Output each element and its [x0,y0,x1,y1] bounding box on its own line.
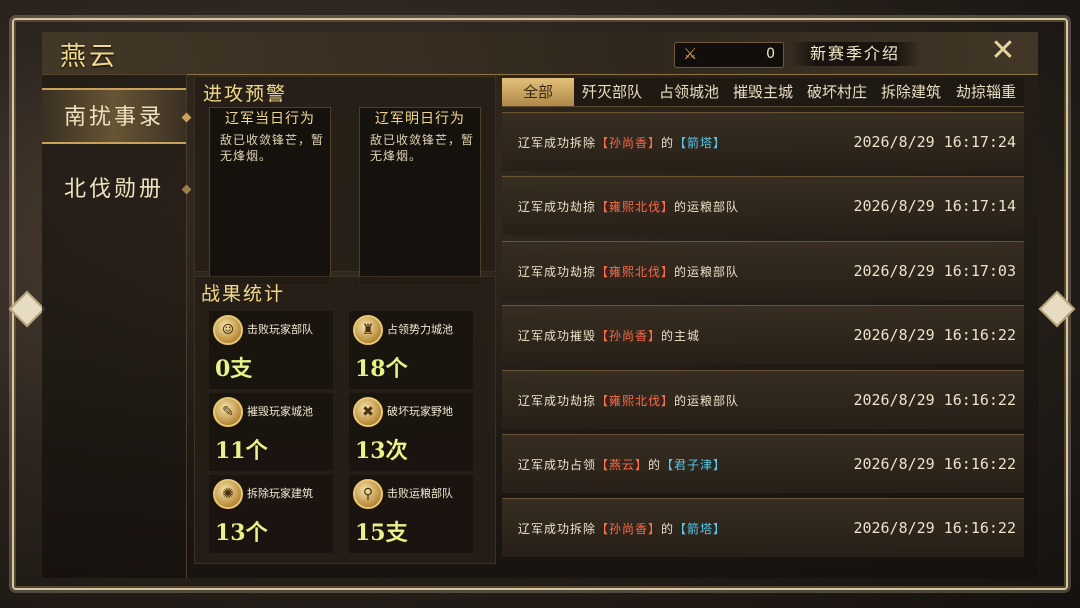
log-text: 辽军成功劫掠 [518,393,597,408]
sidebar: 南扰事录 北伐勋册 [42,74,192,578]
stat-item: ✎ 摧毁玩家城池 11个 [209,393,333,471]
tab-demolish-building[interactable]: 拆除建筑 [874,78,948,106]
log-message: 辽军成功摧毁【孙尚香】的主城 [518,327,700,344]
log-text: 辽军成功摧毁 [518,329,597,344]
filter-tabs: 全部 歼灭部队 占领城池 摧毁主城 破坏村庄 拆除建筑 劫掠辎重 [502,78,1024,107]
log-text: 辽军成功拆除 [518,522,597,537]
log-timestamp: 2026/8/29 16:17:14 [853,197,1016,216]
log-timestamp: 2026/8/29 16:16:22 [853,326,1016,345]
crossed-swords-icon: ⚔ [683,44,698,63]
liao-tomorrow-text: 敌已收敛锋芒，暂无烽烟。 [370,133,475,163]
stat-item: ✖ 破坏玩家野地 13次 [349,393,473,471]
target-name: 【箭塔】 [674,522,727,537]
liao-today-card: 辽军当日行为 敌已收敛锋芒，暂无烽烟。 [209,107,331,285]
log-row: 辽军成功劫掠【雍熙北伐】的运粮部队 2026/8/29 16:16:22 [502,369,1024,429]
log-message: 辽军成功拆除【孙尚香】的【箭塔】 [518,520,726,537]
log-text: 的 [661,136,675,150]
stat-value: 13个 [215,520,268,546]
log-text: 的运粮部队 [674,264,740,279]
castle-icon: ♜ [353,315,383,345]
log-timestamp: 2026/8/29 16:16:22 [853,455,1016,473]
log-text: 辽军成功拆除 [518,136,597,150]
log-text: 的 [661,522,675,537]
stat-value: 11个 [215,438,268,464]
player-name: 【雍熙北伐】 [596,393,675,408]
log-text: 辽军成功占领 [518,458,597,472]
sidebar-item-label: 北伐勋册 [63,177,164,202]
stat-label: 击败运粮部队 [387,487,453,500]
log-message: 辽军成功拆除【孙尚香】的【箭塔】 [518,134,726,151]
tab-occupy-city[interactable]: 占领城池 [652,78,726,106]
liao-today-text: 敌已收敛锋芒，暂无烽烟。 [220,133,325,163]
log-message: 辽军成功劫掠【雍熙北伐】的运粮部队 [518,392,739,409]
stat-label: 占领势力城池 [387,323,453,336]
stat-label: 摧毁玩家城池 [247,405,313,418]
log-row: 辽军成功劫掠【雍熙北伐】的运粮部队 2026/8/29 16:17:14 [502,176,1024,236]
log-row: 辽军成功拆除【孙尚香】的【箭塔】 2026/8/29 16:17:24 [502,112,1024,171]
log-row: 辽军成功占领【燕云】的【君子津】 2026/8/29 16:16:22 [502,434,1024,493]
log-timestamp: 2026/8/29 16:16:22 [853,390,1016,409]
log-timestamp: 2026/8/29 16:17:03 [853,261,1016,280]
player-name: 【孙尚香】 [596,522,662,537]
log-row: 辽军成功拆除【孙尚香】的【箭塔】 2026/8/29 16:16:22 [502,498,1024,558]
log-text: 辽军成功劫掠 [518,200,597,215]
resource-counter: ⚔ 0 [674,42,784,68]
tab-plunder-supplies[interactable]: 劫掠辎重 [948,78,1024,106]
stat-label: 拆除玩家建筑 [247,487,313,500]
attack-warning-title: 进攻预警 [203,83,288,105]
tab-destroy-main-city[interactable]: 摧毁主城 [726,78,800,106]
player-name: 【雍熙北伐】 [596,264,675,279]
log-message: 辽军成功劫掠【雍熙北伐】的运粮部队 [518,263,739,280]
grain-icon: ⚲ [353,479,383,509]
liao-today-title: 辽军当日行为 [225,111,315,127]
liao-tomorrow-card: 辽军明日行为 敌已收敛锋芒，暂无烽烟。 [359,107,481,285]
stat-item: ☺ 击败玩家部队 0支 [209,311,333,389]
stat-label: 击败玩家部队 [247,323,313,336]
log-timestamp: 2026/8/29 16:16:22 [853,519,1016,538]
log-message: 辽军成功占领【燕云】的【君子津】 [518,456,726,473]
stat-label: 破坏玩家野地 [387,405,453,418]
season-intro-button[interactable]: 新赛季介绍 [790,42,920,66]
stat-value: 18个 [355,356,408,382]
battle-stats-section: 战果统计 ☺ 击败玩家部队 0支 ♜ 占领势力城池 18个 ✎ 摧毁玩家城池 1… [194,276,496,564]
tab-annihilate-troops[interactable]: 歼灭部队 [574,78,650,106]
log-text: 的主城 [661,329,701,344]
crossed-tools-icon: ✖ [353,397,383,427]
tab-all[interactable]: 全部 [502,78,574,106]
player-name: 【孙尚香】 [596,136,662,150]
log-text: 的 [648,458,662,472]
stat-item: ♜ 占领势力城池 18个 [349,311,473,389]
gear-icon: ✺ [213,479,243,509]
sidebar-item-label: 南扰事录 [63,105,164,130]
window-title: 燕云 [60,42,119,72]
battle-stats-title: 战果统计 [201,283,286,305]
sidebar-item-north-records[interactable]: 北伐勋册 [42,162,192,218]
target-name: 【君子津】 [661,458,727,472]
stat-value: 13次 [355,438,408,464]
log-text: 辽军成功劫掠 [518,264,597,279]
tab-destroy-village[interactable]: 破坏村庄 [800,78,874,106]
sidebar-item-south-records[interactable]: 南扰事录 [42,88,192,144]
log-row: 辽军成功摧毁【孙尚香】的主城 2026/8/29 16:16:22 [502,305,1024,365]
log-text: 的运粮部队 [674,200,740,215]
scroll-icon: ✎ [213,397,243,427]
warrior-icon: ☺ [213,315,243,345]
log-row: 辽军成功劫掠【雍熙北伐】的运粮部队 2026/8/29 16:17:03 [502,240,1024,300]
player-name: 【雍熙北伐】 [596,200,675,215]
log-message: 辽军成功劫掠【雍熙北伐】的运粮部队 [518,198,739,215]
close-icon[interactable]: ✕ [986,34,1020,68]
log-timestamp: 2026/8/29 16:17:24 [853,133,1016,151]
stat-value: 15支 [355,520,408,546]
stat-value: 0支 [215,356,253,382]
stat-item: ✺ 拆除玩家建筑 13个 [209,475,333,553]
player-name: 【孙尚香】 [596,329,662,344]
liao-tomorrow-title: 辽军明日行为 [375,111,465,127]
log-text: 的运粮部队 [674,393,740,408]
player-name: 【燕云】 [596,458,649,472]
stat-item: ⚲ 击败运粮部队 15支 [349,475,473,553]
target-name: 【箭塔】 [674,136,727,150]
attack-warning-section: 进攻预警 辽军当日行为 敌已收敛锋芒，暂无烽烟。 辽军明日行为 敌已收敛锋芒，暂… [194,76,496,285]
resource-value: 0 [766,46,775,62]
